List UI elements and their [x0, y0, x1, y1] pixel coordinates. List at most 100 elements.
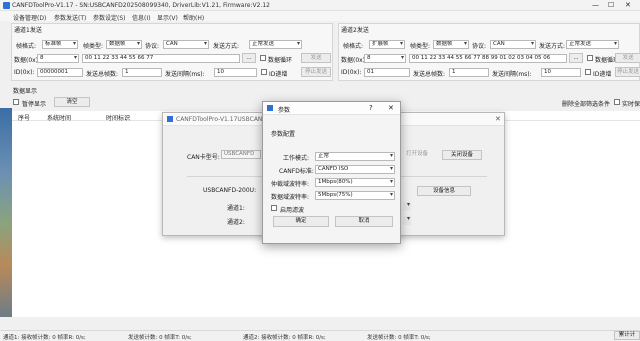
channel2-title: 通道2发送 [341, 27, 369, 34]
param-dialog: 参数 ? ✕ 参数配置 工作模式: 正常 CANFD标准: CANFD ISO … [262, 101, 401, 244]
param-dialog-title: 参数 [278, 107, 291, 114]
open-device-button[interactable]: 打开设备 [400, 150, 434, 160]
send-count-label: 发送总帧数: [86, 71, 119, 78]
menu-settings[interactable]: 参数设定(S) [93, 13, 126, 22]
window-title: CANFDToolPro-V1.17 - SN:USBCANFD20250809… [12, 2, 270, 9]
id-label: ID(0x): [341, 69, 362, 76]
ok-button[interactable]: 确定 [273, 216, 329, 227]
data-input[interactable]: 00 11 22 33 44 55 66 77 88 99 01 02 03 0… [409, 54, 567, 63]
arbitration-baud-select[interactable]: 1Mbps(80%) [315, 178, 395, 187]
pause-display-checkbox[interactable] [13, 99, 19, 105]
id-increment-label: ID递增 [593, 71, 612, 78]
canfd-standard-select[interactable]: CANFD ISO [315, 165, 395, 174]
pause-display-label: 暂停显示 [22, 101, 47, 108]
interval-input[interactable]: 10 [214, 68, 257, 77]
data-loop-checkbox[interactable] [587, 55, 593, 61]
send-mode-select[interactable]: 正常发送 [249, 40, 302, 49]
frame-type-label: 帧类型: [410, 43, 431, 50]
device-dialog-close-icon[interactable]: ✕ [495, 115, 501, 123]
menu-info[interactable]: 信息(I) [132, 13, 150, 22]
stop-send-button[interactable]: 停止发送 [301, 67, 331, 77]
help-button[interactable]: ? [369, 104, 373, 112]
channel2-rx-status: 通道2: 接收帧计数: 0 帧率R: 0/s; [243, 335, 326, 341]
send-button[interactable]: 发送 [301, 53, 331, 63]
id-increment-label: ID递增 [269, 71, 288, 78]
frame-type-select[interactable]: 数据帧 [106, 40, 142, 49]
channel2-tx-status: 发送帧计数: 0 帧率T: 0/s; [367, 335, 431, 341]
param-dialog-close-button[interactable]: ✕ [388, 104, 394, 112]
device-dialog-logo-icon [167, 116, 173, 122]
channel1-tx-status: 发送帧计数: 0 帧率T: 0/s; [128, 335, 192, 341]
send-mode-select[interactable]: 正常发送 [566, 40, 619, 49]
data-loop-label: 数据循环 [268, 57, 293, 64]
work-mode-label: 工作模式: [283, 155, 310, 162]
frame-format-select[interactable]: 标准帧 [42, 40, 78, 49]
card-type-label: CAN卡型号: [187, 154, 220, 161]
maximize-button[interactable]: ☐ [608, 1, 614, 9]
clear-button[interactable]: 清空 [54, 97, 90, 107]
app-logo-icon [3, 2, 10, 9]
channel2-status [403, 216, 411, 225]
menu-device[interactable]: 设备管理(D) [13, 13, 46, 22]
menu-help[interactable]: 帮助(H) [183, 13, 204, 22]
device-info-button[interactable]: 设备信息 [417, 186, 471, 196]
channel2-panel: 通道2发送 帧格式: 扩展帧 帧类型: 数据帧 协议: CAN 发送方式: 正常… [338, 23, 640, 81]
id-increment-checkbox[interactable] [261, 69, 267, 75]
interval-label: 发送间隔(ms): [165, 71, 205, 78]
protocol-select[interactable]: CAN [163, 40, 209, 49]
display-title: 数据显示 [13, 88, 38, 95]
interval-input[interactable]: 10 [541, 68, 581, 77]
cancel-button[interactable]: 取消 [335, 216, 393, 227]
param-section-title: 参数配置 [271, 131, 296, 138]
data-length-select[interactable]: 8 [37, 54, 79, 63]
browse-button[interactable]: ... [569, 53, 583, 63]
realtime-save-label: 实时保存 [622, 101, 640, 108]
channel2-label: 通道2: [227, 219, 245, 226]
send-count-label: 发送总帧数: [413, 71, 446, 78]
browse-button[interactable]: ... [242, 53, 256, 63]
realtime-save-checkbox[interactable] [614, 99, 620, 105]
send-mode-label: 发送方式: [539, 43, 566, 50]
id-label: ID(0x): [14, 69, 35, 76]
stop-send-button[interactable]: 停止发送 [615, 67, 640, 77]
id-input[interactable]: 01 [364, 68, 410, 77]
frame-type-select[interactable]: 数据帧 [433, 40, 469, 49]
enable-filter-checkbox[interactable] [271, 205, 277, 211]
enable-filter-label: 启用滤波 [280, 207, 305, 214]
data-length-select[interactable]: 8 [364, 54, 406, 63]
channel1-panel: 通道1发送 帧格式: 标准帧 帧类型: 数据帧 协议: CAN 发送方式: 正常… [11, 23, 333, 81]
card-type-field[interactable]: USBCANFD [221, 150, 261, 159]
id-increment-checkbox[interactable] [585, 69, 591, 75]
status-bar: 通道1: 接收帧计数: 0 帧率R: 0/s; 发送帧计数: 0 帧率T: 0/… [0, 330, 640, 341]
reset-count-button[interactable]: 累计计 [614, 331, 640, 340]
protocol-label: 协议: [472, 43, 487, 50]
menu-send[interactable]: 参数发送(T) [54, 13, 86, 22]
data-baud-select[interactable]: 5Mbps(75%) [315, 191, 395, 200]
data-baud-label: 数据域波特率: [271, 194, 310, 201]
send-count-input[interactable]: 1 [449, 68, 489, 77]
frame-format-select[interactable]: 扩展帧 [369, 40, 405, 49]
close-window-button[interactable]: ✕ [625, 1, 631, 9]
minimize-button[interactable]: — [592, 1, 599, 9]
menu-bar: 设备管理(D) 参数发送(T) 参数设定(S) 信息(I) 显示(V) 帮助(H… [0, 11, 640, 22]
id-input[interactable]: 00000001 [37, 68, 83, 77]
menu-view[interactable]: 显示(V) [157, 13, 178, 22]
canfd-standard-label: CANFD标准: [279, 168, 314, 175]
close-device-button[interactable]: 关闭设备 [442, 150, 482, 160]
channel1-rx-status: 通道1: 接收帧计数: 0 帧率R: 0/s; [3, 335, 86, 341]
frame-format-label: 帧格式: [16, 43, 37, 50]
data-loop-checkbox[interactable] [260, 55, 266, 61]
protocol-label: 协议: [145, 43, 160, 50]
send-count-input[interactable]: 1 [122, 68, 162, 77]
frame-format-label: 帧格式: [343, 43, 364, 50]
data-input[interactable]: 00 11 22 33 44 55 66 77 [82, 54, 240, 63]
channel1-title: 通道1发送 [14, 27, 42, 34]
arbitration-baud-label: 仲裁域波特率: [271, 181, 310, 188]
send-button[interactable]: 发送 [615, 53, 640, 63]
channel1-label: 通道1: [227, 205, 245, 212]
work-mode-select[interactable]: 正常 [315, 152, 395, 161]
protocol-select[interactable]: CAN [490, 40, 536, 49]
delete-filters-link[interactable]: 删除全部筛选条件 [562, 99, 610, 108]
param-dialog-logo-icon [267, 105, 273, 111]
channel1-status [403, 202, 411, 211]
